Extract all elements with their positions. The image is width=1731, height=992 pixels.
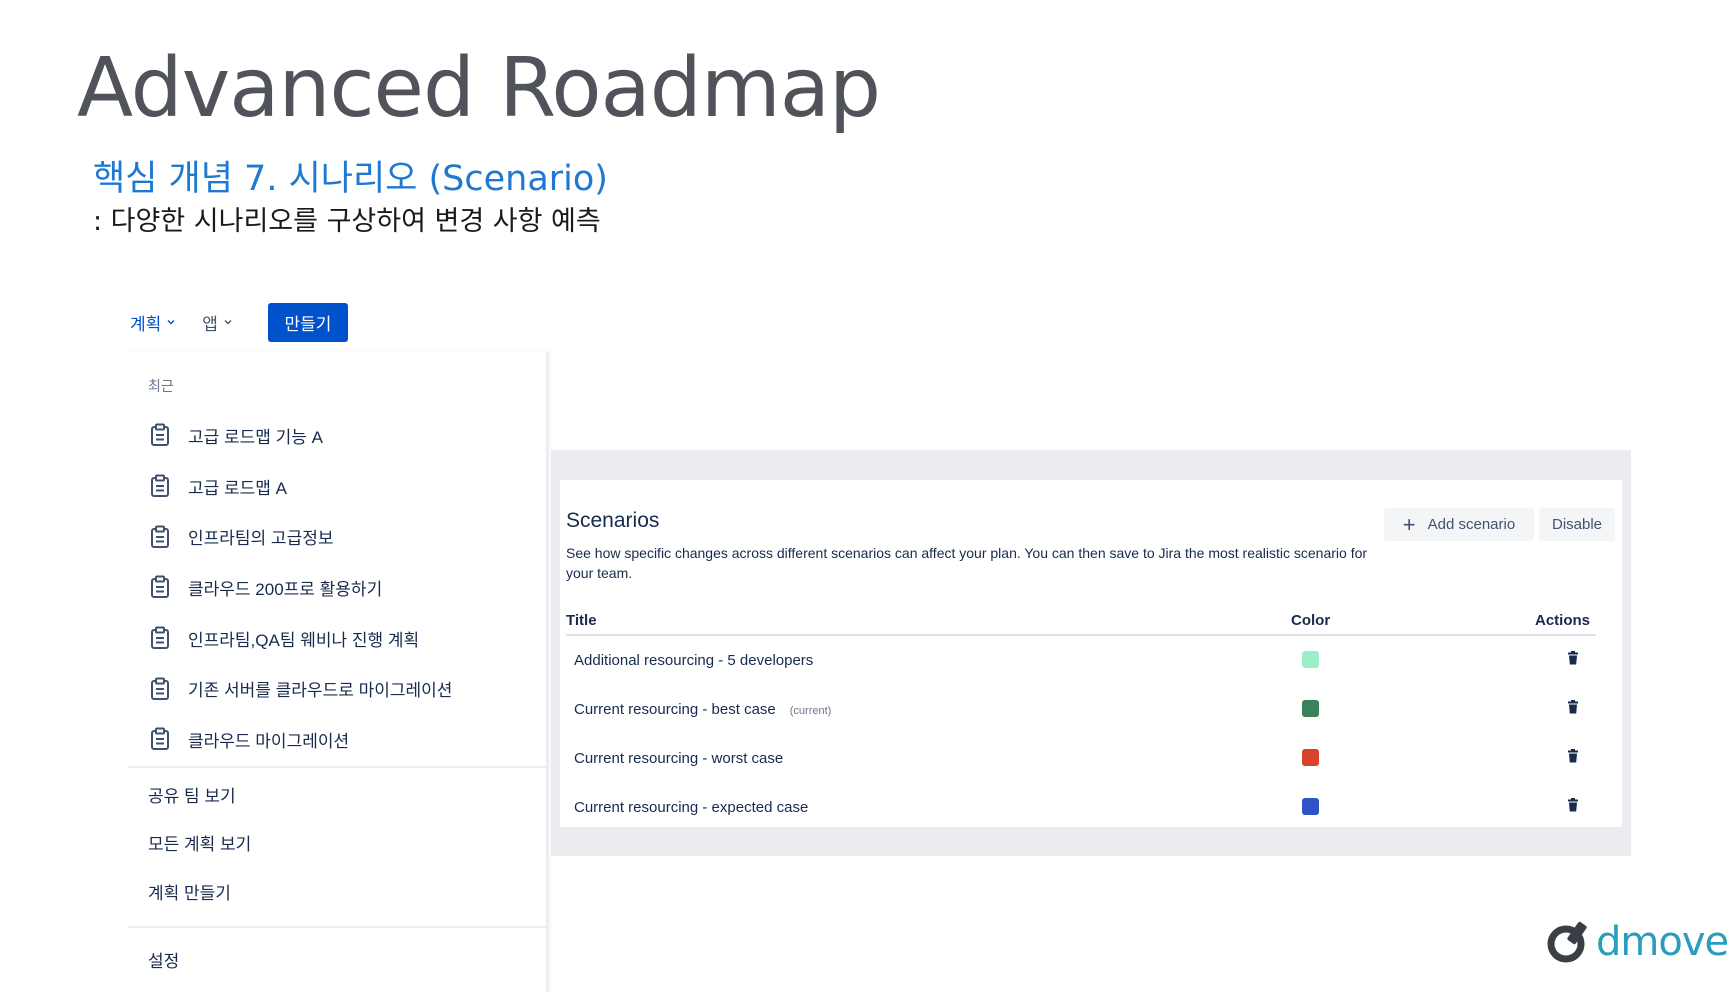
plan-icon <box>151 474 169 498</box>
slide-title: Advanced Roadmap <box>77 41 881 136</box>
view-shared-teams-link[interactable]: 공유 팀 보기 <box>128 770 546 819</box>
recent-plan-label: 클라우드 마이그레이션 <box>188 731 350 751</box>
plan-icon <box>151 626 169 650</box>
scenario-color-swatch[interactable] <box>1302 749 1319 766</box>
top-navigation: 계획 앱 만들기 <box>130 302 348 342</box>
nav-item-apps[interactable]: 앱 <box>202 310 233 335</box>
plan-icon <box>151 525 169 548</box>
nav-item-label: 계획 <box>130 314 162 334</box>
trash-icon[interactable] <box>1567 700 1579 714</box>
create-plan-link[interactable]: 계획 만들기 <box>128 867 546 916</box>
logo-text: dmove <box>1596 919 1729 965</box>
recent-plan-item[interactable]: 기존 서버를 클라우드로 마이그레이션 <box>128 663 546 714</box>
recent-plan-label: 인프라팀,QA팀 웨비나 진행 계획 <box>188 630 420 650</box>
add-scenario-button[interactable]: + Add scenario <box>1384 508 1534 541</box>
scenarios-heading: Scenarios <box>566 509 660 532</box>
recent-plan-item[interactable]: 인프라팀의 고급정보 <box>128 511 546 562</box>
recent-plan-label: 인프라팀의 고급정보 <box>188 529 334 549</box>
table-header: Title Color Actions <box>566 610 1596 636</box>
recent-plan-item[interactable]: 클라우드 마이그레이션 <box>128 714 546 765</box>
scenario-color-swatch[interactable] <box>1302 651 1319 668</box>
nav-item-label: 앱 <box>202 314 218 334</box>
plan-icon <box>151 423 169 447</box>
scenario-title: Additional resourcing - 5 developers <box>574 652 814 669</box>
trash-icon[interactable] <box>1567 798 1579 812</box>
menu-divider <box>128 766 546 768</box>
recent-plan-item[interactable]: 고급 로드맵 A <box>128 461 546 512</box>
recent-plan-item[interactable]: 인프라팀,QA팀 웨비나 진행 계획 <box>128 613 546 664</box>
chevron-down-icon <box>224 320 232 325</box>
menu-divider <box>128 926 546 928</box>
recent-plan-label: 고급 로드맵 A <box>188 478 287 498</box>
scenarios-description: See how specific changes across differen… <box>566 545 1368 581</box>
scenarios-card: Scenarios See how specific changes acros… <box>560 480 1622 827</box>
scenario-color-swatch[interactable] <box>1302 798 1319 815</box>
trash-icon[interactable] <box>1567 749 1579 763</box>
scenarios-table: Title Color Actions Additional resourcin… <box>566 610 1596 832</box>
scenario-title-cell: Current resourcing - expected case <box>574 799 808 816</box>
column-header-color: Color <box>1291 612 1331 629</box>
slide-description: : 다양한 시나리오를 구상하여 변경 사항 예측 <box>93 206 601 237</box>
recent-plan-label: 기존 서버를 클라우드로 마이그레이션 <box>188 681 453 701</box>
plan-icon <box>151 575 169 599</box>
current-scenario-tag: (current) <box>789 705 832 717</box>
scenario-title: Current resourcing - expected case <box>574 799 809 816</box>
view-all-plans-link[interactable]: 모든 계획 보기 <box>128 819 546 868</box>
table-row: Current resourcing - best case (current) <box>566 685 1596 734</box>
nav-item-plans[interactable]: 계획 <box>130 310 176 335</box>
create-button[interactable]: 만들기 <box>267 302 348 342</box>
plan-icon <box>151 677 169 700</box>
scenarios-panel-frame: Scenarios See how specific changes acros… <box>551 450 1631 856</box>
table-row: Additional resourcing - 5 developers <box>566 636 1596 685</box>
scenario-title-cell: Current resourcing - worst case <box>574 750 783 767</box>
column-header-actions: Actions <box>1535 612 1591 629</box>
scenario-title-cell: Current resourcing - best case (current) <box>574 701 831 718</box>
add-scenario-label: Add scenario <box>1427 516 1516 533</box>
slide-subtitle: 핵심 개념 7. 시나리오 (Scenario) <box>93 159 608 199</box>
table-row: Current resourcing - expected case <box>566 783 1596 832</box>
table-row: Current resourcing - worst case <box>566 734 1596 783</box>
scenario-title: Current resourcing - best case <box>574 701 776 718</box>
settings-link[interactable]: 설정 <box>148 947 179 972</box>
menu-links-list: 공유 팀 보기 모든 계획 보기 계획 만들기 <box>128 770 546 916</box>
recent-plan-item[interactable]: 클라우드 200프로 활용하기 <box>128 562 546 613</box>
chevron-down-icon <box>167 320 175 325</box>
scenario-title-cell: Additional resourcing - 5 developers <box>574 652 813 669</box>
disable-button[interactable]: Disable <box>1539 508 1615 541</box>
recent-section-label: 최근 <box>148 378 174 394</box>
dmove-logo: dmove <box>1546 919 1729 965</box>
scenario-title: Current resourcing - worst case <box>574 750 784 767</box>
plan-icon <box>151 727 169 751</box>
recent-plans-list: 고급 로드맵 기능 A 고급 로드맵 A 인프라팀의 고급정보 클라우드 200… <box>128 410 546 765</box>
dmove-logo-icon <box>1547 921 1587 963</box>
recent-plan-label: 고급 로드맵 기능 A <box>188 427 323 447</box>
recent-plan-label: 클라우드 200프로 활용하기 <box>188 579 383 599</box>
scenario-color-swatch[interactable] <box>1302 700 1319 717</box>
plus-icon: + <box>1402 511 1416 537</box>
recent-plan-item[interactable]: 고급 로드맵 기능 A <box>128 410 546 461</box>
plans-dropdown-menu: 최근 고급 로드맵 기능 A 고급 로드맵 A 인프라팀의 고급정보 클라우드 … <box>128 352 548 992</box>
trash-icon[interactable] <box>1567 651 1579 665</box>
column-header-title: Title <box>566 612 597 629</box>
